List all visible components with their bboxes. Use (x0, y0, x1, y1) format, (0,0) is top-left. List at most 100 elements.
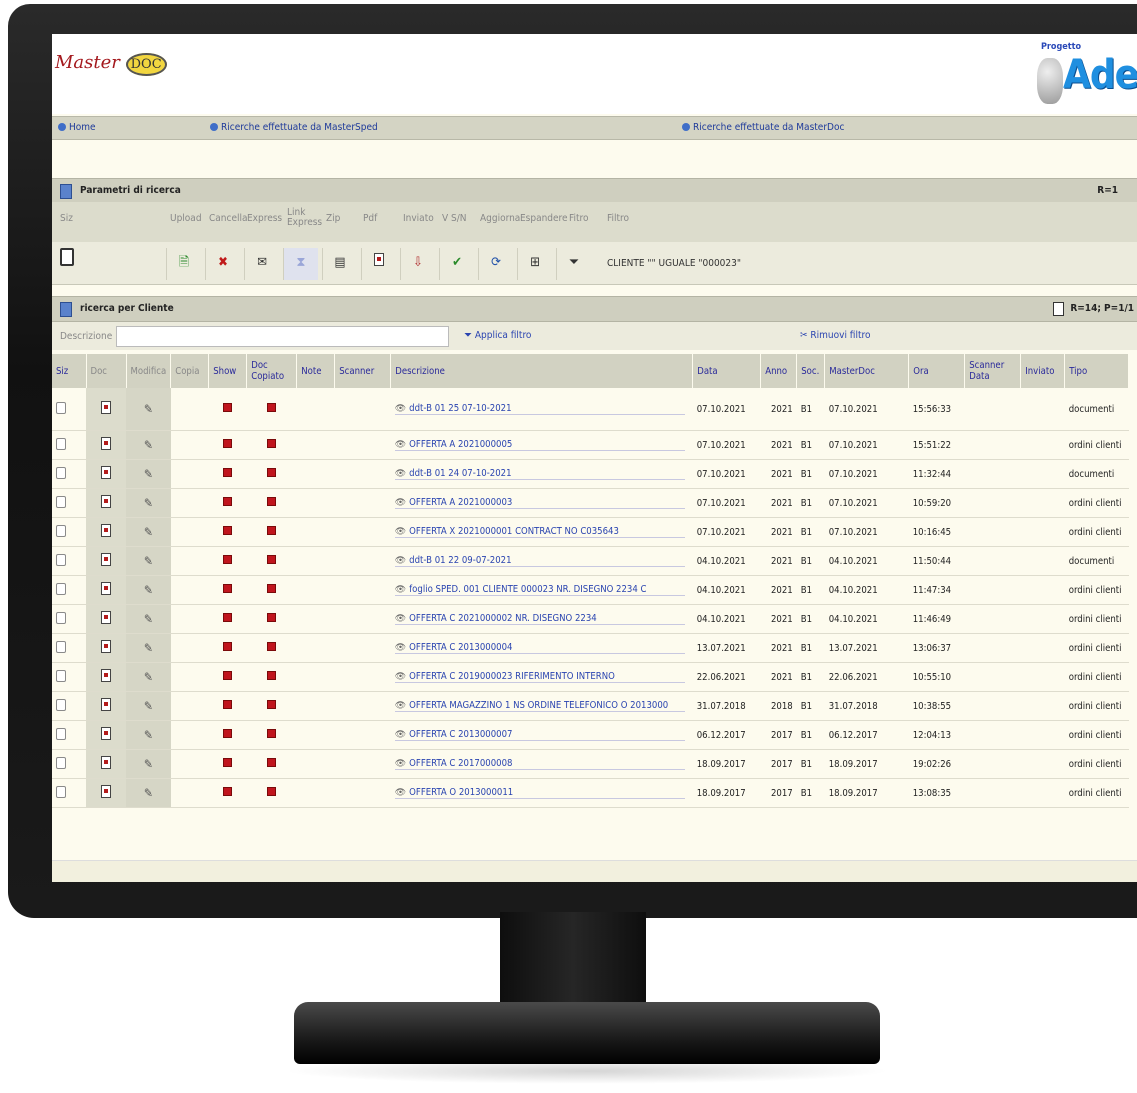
show-icon[interactable] (223, 642, 233, 651)
pdf-icon[interactable] (101, 524, 111, 537)
search-input[interactable] (116, 326, 449, 347)
pdf-icon[interactable] (101, 495, 111, 508)
pencil-icon[interactable]: ✎ (144, 641, 153, 655)
show-icon[interactable] (223, 584, 233, 593)
copied-icon[interactable] (267, 468, 277, 477)
show-icon[interactable] (223, 671, 233, 680)
pencil-icon[interactable]: ✎ (144, 699, 153, 713)
zip-button[interactable]: ▤ (322, 248, 357, 280)
pdf-icon[interactable] (101, 401, 111, 414)
pencil-icon[interactable]: ✎ (144, 467, 153, 481)
pdf-icon[interactable] (101, 669, 111, 682)
copied-icon[interactable] (267, 439, 277, 448)
description-cell[interactable]: 👁 OFFERTA MAGAZZINO 1 NS ORDINE TELEFONIC… (390, 691, 693, 721)
row-checkbox[interactable] (56, 756, 66, 769)
show-icon[interactable] (223, 403, 233, 412)
description-cell[interactable]: 👁 ddt-B 01 24 07-10-2021 (390, 459, 693, 489)
copied-icon[interactable] (267, 555, 277, 564)
row-checkbox[interactable] (56, 495, 66, 508)
description-cell[interactable]: 👁 ddt-B 01 25 07-10-2021 (390, 388, 693, 431)
copied-icon[interactable] (267, 787, 277, 796)
row-checkbox[interactable] (56, 727, 66, 740)
show-icon[interactable] (223, 497, 233, 506)
show-icon[interactable] (223, 729, 233, 738)
show-icon[interactable] (223, 613, 233, 622)
col-note[interactable]: Note (296, 354, 336, 388)
col-descrizione[interactable]: Descrizione (390, 354, 694, 388)
apply-filter-button[interactable]: ⏷ Applica filtro (464, 330, 531, 341)
col-data[interactable]: Data (692, 354, 762, 388)
row-checkbox[interactable] (56, 524, 66, 537)
pdf-icon[interactable] (101, 785, 111, 798)
description-cell[interactable]: 👁 OFFERTA C 2019000023 RIFERIMENTO INTERN… (390, 662, 693, 692)
row-checkbox[interactable] (56, 785, 66, 798)
link-express-button[interactable]: ⧗ (283, 248, 318, 280)
description-cell[interactable]: 👁 OFFERTA O 2013000011 (390, 778, 693, 808)
expand-button[interactable]: ⊞ (517, 248, 552, 280)
pdf-icon[interactable] (101, 611, 111, 624)
pdf-icon[interactable] (101, 698, 111, 711)
copied-icon[interactable] (267, 758, 277, 767)
select-icon[interactable] (60, 248, 74, 266)
pdf-icon[interactable] (101, 756, 111, 769)
pencil-icon[interactable]: ✎ (144, 757, 153, 771)
copied-icon[interactable] (267, 671, 277, 680)
pencil-icon[interactable]: ✎ (144, 496, 153, 510)
pencil-icon[interactable]: ✎ (144, 438, 153, 452)
copied-icon[interactable] (267, 729, 277, 738)
upload-button[interactable]: 🗎 (166, 248, 201, 280)
description-cell[interactable]: 👁 OFFERTA A 2021000005 (390, 430, 693, 460)
pencil-icon[interactable]: ✎ (144, 554, 153, 568)
row-checkbox[interactable] (56, 582, 66, 595)
description-cell[interactable]: 👁 OFFERTA A 2021000003 (390, 488, 693, 518)
pdf-icon[interactable] (101, 466, 111, 479)
copied-icon[interactable] (267, 403, 277, 412)
show-icon[interactable] (223, 468, 233, 477)
row-checkbox[interactable] (56, 669, 66, 682)
col-show[interactable]: Show (208, 354, 248, 388)
row-checkbox[interactable] (56, 640, 66, 653)
description-cell[interactable]: 👁 ddt-B 01 22 09-07-2021 (390, 546, 693, 576)
description-cell[interactable]: 👁 foglio SPED. 001 CLIENTE 000023 NR. DIS… (390, 575, 693, 605)
show-icon[interactable] (223, 555, 233, 564)
col-doc-copiato[interactable]: Doc Copiato (246, 354, 298, 388)
copied-icon[interactable] (267, 613, 277, 622)
col-inviato[interactable]: Inviato (1020, 354, 1066, 388)
pdf-icon[interactable] (101, 727, 111, 740)
nav-masterdoc[interactable]: Ricerche effettuate da MasterDoc (682, 122, 844, 133)
export-icon[interactable] (1053, 302, 1064, 316)
pencil-icon[interactable]: ✎ (144, 728, 153, 742)
copied-icon[interactable] (267, 700, 277, 709)
pdf-icon[interactable] (101, 553, 111, 566)
col-scanner-data[interactable]: Scanner Data (964, 354, 1022, 388)
show-icon[interactable] (223, 439, 233, 448)
row-checkbox[interactable] (56, 437, 66, 450)
pdf-icon[interactable] (101, 582, 111, 595)
row-checkbox[interactable] (56, 401, 66, 414)
show-icon[interactable] (223, 787, 233, 796)
pencil-icon[interactable]: ✎ (144, 402, 153, 416)
col-siz[interactable]: Siz (52, 354, 87, 388)
refresh-button[interactable]: ⟳ (478, 248, 513, 280)
col-tipo[interactable]: Tipo (1064, 354, 1130, 388)
express-button[interactable]: ✉ (244, 248, 279, 280)
col-scanner[interactable]: Scanner (334, 354, 392, 388)
copied-icon[interactable] (267, 526, 277, 535)
pdf-icon[interactable] (101, 640, 111, 653)
vsn-button[interactable]: ✔ (439, 248, 474, 280)
pdf-button[interactable] (361, 248, 396, 280)
pencil-icon[interactable]: ✎ (144, 786, 153, 800)
row-checkbox[interactable] (56, 698, 66, 711)
row-checkbox[interactable] (56, 611, 66, 624)
show-icon[interactable] (223, 700, 233, 709)
pencil-icon[interactable]: ✎ (144, 612, 153, 626)
col-ora[interactable]: Ora (908, 354, 966, 388)
pencil-icon[interactable]: ✎ (144, 670, 153, 684)
copied-icon[interactable] (267, 642, 277, 651)
pencil-icon[interactable]: ✎ (144, 525, 153, 539)
sent-button[interactable]: ⇩ (400, 248, 435, 280)
pdf-icon[interactable] (101, 437, 111, 450)
pencil-icon[interactable]: ✎ (144, 583, 153, 597)
copied-icon[interactable] (267, 584, 277, 593)
col-anno[interactable]: Anno (760, 354, 798, 388)
